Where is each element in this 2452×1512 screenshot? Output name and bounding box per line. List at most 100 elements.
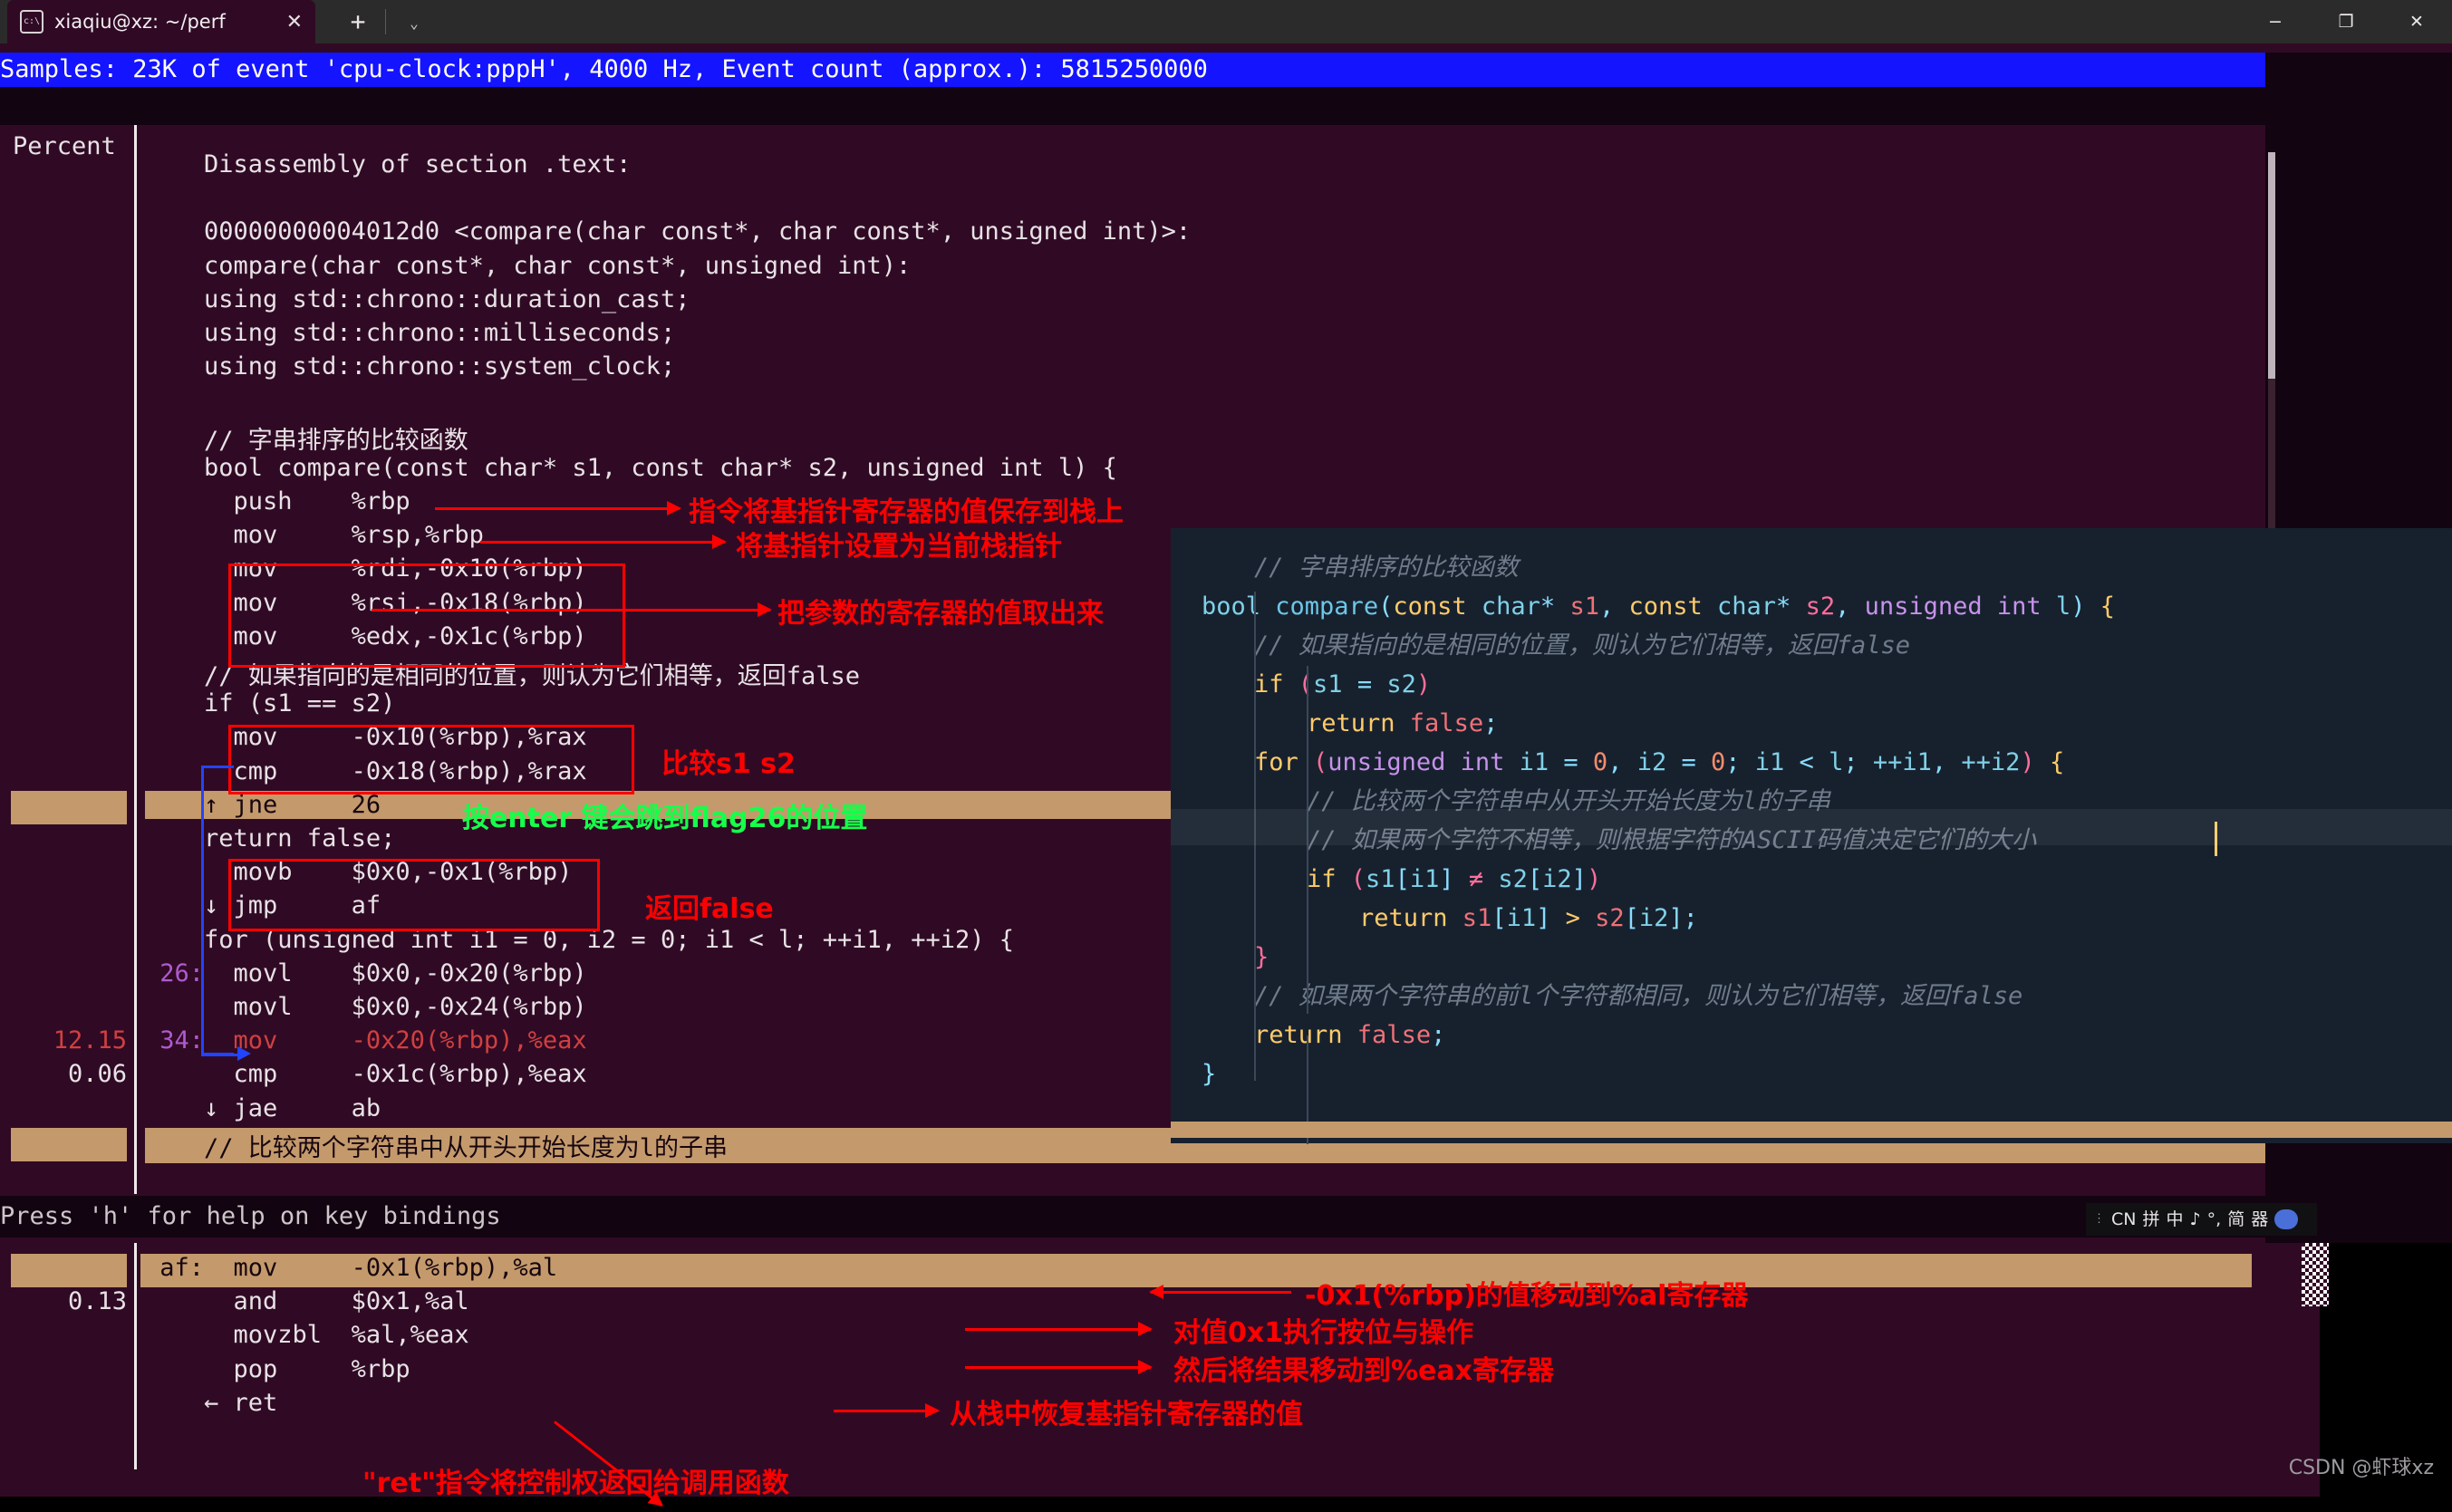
code-token: [ <box>1624 904 1639 932</box>
annotation-text-b5: "ret"指令将控制权返回给调用函数 <box>362 1468 789 1499</box>
watermark: CSDN @虾球xz <box>2288 1457 2434 1479</box>
code-line[interactable]: return false; <box>1254 1019 1445 1052</box>
code-line[interactable]: return false; <box>1307 708 1498 740</box>
bottom-disassembly-pane: af: mov -0x1(%rbp),%al 0.13 and $0x1,%al … <box>0 1243 2320 1497</box>
code-token: unsigned int <box>1327 748 1520 776</box>
code-token: 0 <box>1592 748 1608 776</box>
annotation-arrow-b3 <box>965 1360 1153 1374</box>
code-line[interactable]: return s1[i1] > s2[i2]; <box>1359 902 1698 935</box>
code-line[interactable]: // 字串排序的比较函数 <box>1254 552 1519 584</box>
code-token: } <box>1254 943 1269 971</box>
disassembly-line[interactable]: and $0x1,%al <box>145 1287 469 1315</box>
perf-status-line: Samples: 23K of event 'cpu-clock:pppH', … <box>0 53 2265 87</box>
ime-toggle-switch[interactable] <box>2274 1209 2299 1229</box>
code-token: = <box>1549 748 1593 776</box>
code-token: l <box>2055 592 2071 621</box>
code-token: > <box>1565 904 1596 932</box>
disassembly-line[interactable]: using std::chrono::system_clock; <box>145 352 675 380</box>
maximize-button[interactable]: ❐ <box>2311 0 2381 43</box>
code-token: ++i2 <box>1961 748 2021 776</box>
code-token: = <box>1342 670 1387 698</box>
code-line[interactable]: if (s1[i1] ≠ s2[i2]) <box>1307 863 1601 896</box>
annotation-text-b2: 对值0x1执行按位与操作 <box>1173 1317 1474 1349</box>
code-token: 0 <box>1711 748 1726 776</box>
ime-CN-icon[interactable]: CN <box>2111 1210 2136 1228</box>
code-line[interactable]: if (s1 = s2) <box>1254 669 1431 701</box>
code-token: } <box>1202 1060 1217 1088</box>
disassembly-line[interactable]: cmp -0x1c(%rbp),%eax <box>145 1060 587 1088</box>
disassembly-line[interactable]: // 字串排序的比较函数 <box>145 420 468 456</box>
disassembly-line[interactable]: pop %rbp <box>145 1355 410 1383</box>
code-token: i2 <box>1542 865 1572 893</box>
disassembly-line[interactable]: af: mov -0x1(%rbp),%al <box>145 1254 557 1282</box>
chevron-down-icon[interactable]: ⌄ <box>399 9 430 36</box>
disassembly-line[interactable]: bool compare(const char* s1, const char*… <box>145 454 1117 482</box>
code-token: ; <box>1431 1021 1446 1049</box>
disassembly-line[interactable]: movzbl %al,%eax <box>145 1321 469 1349</box>
code-token: ≠ <box>1468 865 1499 893</box>
active-line-highlight <box>1171 809 2452 845</box>
code-token: ++i1 <box>1872 748 1932 776</box>
code-token: for <box>1254 748 1314 776</box>
drag-handle-icon[interactable]: ⋮ <box>2093 1213 2105 1225</box>
code-token: s2 <box>1595 904 1625 932</box>
annotation-text-5: 按enter 键会跳到flag26的位置 <box>462 803 868 834</box>
annotation-box-compare <box>228 725 634 795</box>
annotation-text-b1: -0x1(%rbp)的值移动到%al寄存器 <box>1305 1280 1749 1312</box>
terminal-tab[interactable]: c:\ xiaqiu@xz: ~/perf ✕ <box>7 0 315 43</box>
disassembly-line[interactable]: if (s1 == s2) <box>145 689 395 717</box>
disassembly-line[interactable]: 00000000004012d0 <compare(char const*, c… <box>145 217 1191 246</box>
annotation-text-4: 比较s1 s2 <box>661 748 796 780</box>
disassembly-line[interactable]: Disassembly of section .text: <box>145 150 631 178</box>
perf-blank-line <box>0 87 2265 125</box>
ime-toolbar[interactable]: ⋮ CN 拼中 ♪ °, 简器 <box>2086 1203 2317 1236</box>
scrollbar-thumb[interactable] <box>2268 152 2275 379</box>
terminal-icon: c:\ <box>20 10 43 34</box>
code-token: const <box>1393 592 1482 621</box>
ime-器-icon[interactable]: 器 <box>2251 1210 2268 1228</box>
ime-拼-icon[interactable]: 拼 <box>2142 1210 2159 1228</box>
code-token: i2 <box>1638 904 1669 932</box>
disassembly-line[interactable]: compare(char const*, char const*, unsign… <box>145 252 911 280</box>
close-window-button[interactable]: ✕ <box>2381 0 2452 43</box>
code-line[interactable]: } <box>1254 941 1269 974</box>
code-token: s2 <box>1386 670 1416 698</box>
code-line[interactable]: bool compare(const char* s1, const char*… <box>1202 591 2115 623</box>
annotation-text-2: 将基指针设置为当前栈指针 <box>736 531 1062 563</box>
code-token: ) <box>2020 748 2050 776</box>
code-line[interactable]: for (unsigned int i1 = 0, i2 = 0; i1 < l… <box>1254 746 2064 779</box>
code-line[interactable]: } <box>1202 1058 1216 1091</box>
disassembly-line[interactable]: ← ret <box>145 1389 277 1417</box>
ime-简-icon[interactable]: 简 <box>2227 1210 2244 1228</box>
close-tab-icon[interactable]: ✕ <box>286 11 303 34</box>
code-token: char <box>1717 592 1777 621</box>
annotation-box-params <box>228 563 625 668</box>
minimize-button[interactable]: − <box>2240 0 2311 43</box>
code-line[interactable]: // 如果指向的是相同的位置，则认为它们相等，返回false <box>1254 630 1910 662</box>
code-token: , <box>1598 592 1629 621</box>
annotation-text-6: 返回false <box>645 893 774 925</box>
code-token: compare <box>1275 592 1379 621</box>
code-token: l <box>1829 748 1844 776</box>
code-token: s1 <box>1366 865 1395 893</box>
ime-♪-icon[interactable]: ♪ <box>2190 1210 2201 1228</box>
disassembly-line[interactable]: using std::chrono::duration_cast; <box>145 285 690 313</box>
code-line[interactable]: // 如果两个字符串的前l个字符都相同，则认为它们相等，返回false <box>1254 980 2022 1013</box>
ime-°,-icon[interactable]: °, <box>2207 1210 2222 1228</box>
code-token: char <box>1481 592 1540 621</box>
code-token: const <box>1628 592 1718 621</box>
disassembly-line[interactable]: push %rbp <box>145 487 410 515</box>
ime-中-icon[interactable]: 中 <box>2167 1210 2184 1228</box>
highlight-percent-cell <box>11 1254 127 1287</box>
disassembly-line[interactable]: return false; <box>145 824 395 852</box>
disassembly-line[interactable]: ↓ jae ab <box>145 1094 381 1122</box>
window-titlebar: c:\ xiaqiu@xz: ~/perf ✕ + ⌄ − ❐ ✕ <box>0 0 2452 43</box>
code-token: ; <box>1725 748 1755 776</box>
code-token: < <box>1784 748 1829 776</box>
disassembly-line[interactable]: using std::chrono::milliseconds; <box>145 319 675 347</box>
disassembly-line[interactable]: mov %rsp,%rbp <box>145 521 484 549</box>
code-token: s2 <box>1805 592 1836 621</box>
code-token: [ <box>1395 865 1410 893</box>
code-token: ) <box>1586 865 1602 893</box>
new-tab-icon[interactable]: + <box>343 7 373 36</box>
